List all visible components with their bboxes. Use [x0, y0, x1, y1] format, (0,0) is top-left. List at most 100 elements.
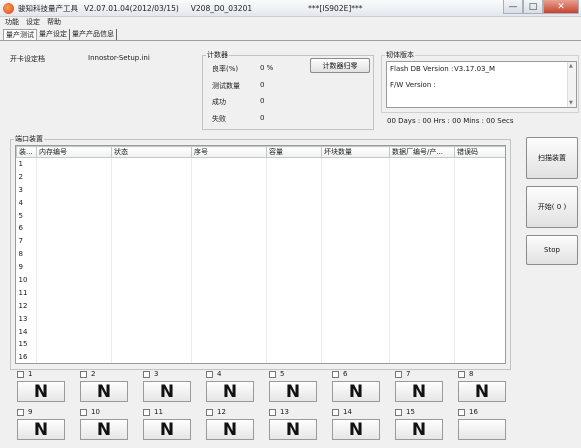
port-number-label: 16: [469, 408, 478, 416]
menu-help[interactable]: 帮助: [47, 17, 61, 28]
port-checkbox[interactable]: [332, 371, 339, 378]
table-row[interactable]: 11: [16, 286, 505, 300]
table-cell: [191, 157, 267, 171]
port-status-indicator: N: [458, 381, 506, 402]
scan-devices-button[interactable]: 扫描装置: [526, 137, 578, 179]
table-cell: [111, 312, 192, 326]
col-memory-id[interactable]: 内存编号: [36, 146, 112, 158]
port-checkbox[interactable]: [395, 409, 402, 416]
col-vendor-id[interactable]: 数据厂编号/产...: [389, 146, 455, 158]
col-status[interactable]: 状态: [111, 146, 192, 158]
col-error-code[interactable]: 错误码: [454, 146, 505, 158]
port-checkbox[interactable]: [269, 371, 276, 378]
menu-function[interactable]: 功能: [5, 17, 19, 28]
port-checkbox[interactable]: [80, 409, 87, 416]
table-row[interactable]: 8: [16, 247, 505, 261]
table-cell: [191, 299, 267, 313]
port-checkbox[interactable]: [395, 371, 402, 378]
table-row[interactable]: 16: [16, 350, 505, 363]
table-row[interactable]: 12: [16, 299, 505, 313]
tab-production-settings[interactable]: 量产设定: [37, 29, 70, 40]
port-status-indicator: N: [332, 381, 380, 402]
table-cell: [389, 260, 455, 274]
reset-counter-button[interactable]: 计数器归零: [310, 58, 370, 73]
table-cell: [454, 299, 505, 313]
table-cell: [111, 157, 192, 171]
scroll-down-icon[interactable]: ▼: [569, 100, 573, 106]
port-status-indicator: N: [395, 419, 443, 440]
port-checkbox[interactable]: [206, 409, 213, 416]
table-cell: [36, 325, 112, 338]
table-cell: [36, 247, 112, 261]
minimize-button[interactable]: —: [503, 0, 523, 14]
table-row[interactable]: 3: [16, 183, 505, 197]
tab-divider: [0, 40, 581, 41]
table-cell: [36, 196, 112, 210]
row-port-number: 8: [16, 247, 37, 261]
port-status-indicator: N: [143, 381, 191, 402]
table-cell: [389, 350, 455, 363]
table-row[interactable]: 13: [16, 312, 505, 326]
table-cell: [191, 196, 267, 210]
table-cell: [111, 273, 192, 287]
table-cell: [266, 260, 322, 274]
port-checkbox[interactable]: [17, 409, 24, 416]
table-row[interactable]: 2: [16, 170, 505, 184]
table-row[interactable]: 5: [16, 209, 505, 222]
table-cell: [36, 260, 112, 274]
col-serial[interactable]: 序号: [191, 146, 267, 158]
port-checkbox[interactable]: [332, 409, 339, 416]
table-cell: [321, 286, 390, 300]
menu-settings[interactable]: 设定: [26, 17, 40, 28]
tab-production-test[interactable]: 量产测试: [3, 29, 37, 40]
maximize-button[interactable]: □: [523, 0, 543, 14]
stop-button[interactable]: Stop: [526, 235, 578, 265]
table-cell: [321, 234, 390, 248]
table-row[interactable]: 14: [16, 325, 505, 338]
table-row[interactable]: 10: [16, 273, 505, 287]
table-cell: [36, 312, 112, 326]
table-row[interactable]: 6: [16, 221, 505, 235]
row-port-number: 9: [16, 260, 37, 274]
table-row[interactable]: 4: [16, 196, 505, 210]
port-number-label: 10: [91, 408, 100, 416]
col-port[interactable]: 装...: [16, 146, 37, 158]
table-cell: [266, 337, 322, 351]
close-button[interactable]: ✕: [543, 0, 579, 14]
port-number-label: 8: [469, 370, 474, 378]
col-capacity[interactable]: 容量: [266, 146, 322, 158]
port-checkbox[interactable]: [17, 371, 24, 378]
start-button[interactable]: 开始( 0 ): [526, 186, 578, 228]
port-number-label: 1: [28, 370, 33, 378]
port-status-indicator: N: [269, 381, 317, 402]
table-cell: [454, 170, 505, 184]
port-number-label: 14: [343, 408, 352, 416]
port-status-indicator: N: [269, 419, 317, 440]
table-cell: [111, 247, 192, 261]
firmware-scrollbar[interactable]: ▲ ▼: [567, 62, 576, 107]
port-checkbox[interactable]: [458, 371, 465, 378]
table-cell: [111, 209, 192, 222]
table-cell: [454, 221, 505, 235]
scroll-up-icon[interactable]: ▲: [569, 63, 573, 69]
port-checkbox[interactable]: [269, 409, 276, 416]
port-checkbox[interactable]: [80, 371, 87, 378]
table-row[interactable]: 9: [16, 260, 505, 274]
row-port-number: 4: [16, 196, 37, 210]
port-checkbox[interactable]: [206, 371, 213, 378]
window-title: 骏知科技量产工具 V2.07.01.04(2012/03/15) V208_D0_0…: [18, 3, 369, 14]
port-checkbox[interactable]: [143, 409, 150, 416]
port-checkbox[interactable]: [143, 371, 150, 378]
device-id: ***[IS902E]***: [308, 4, 363, 13]
table-cell: [266, 157, 322, 171]
tab-production-info[interactable]: 量产产品信息: [70, 29, 117, 40]
table-cell: [111, 196, 192, 210]
table-row[interactable]: 15: [16, 337, 505, 351]
fail-value: 0: [260, 114, 265, 122]
table-row[interactable]: 1: [16, 157, 505, 171]
table-row[interactable]: 7: [16, 234, 505, 248]
table-header-row: 装... 内存编号 状态 序号 容量 坏块数量 数据厂编号/产... 错误码: [16, 146, 505, 158]
table-cell: [389, 157, 455, 171]
col-bad-blocks[interactable]: 坏块数量: [321, 146, 390, 158]
port-checkbox[interactable]: [458, 409, 465, 416]
